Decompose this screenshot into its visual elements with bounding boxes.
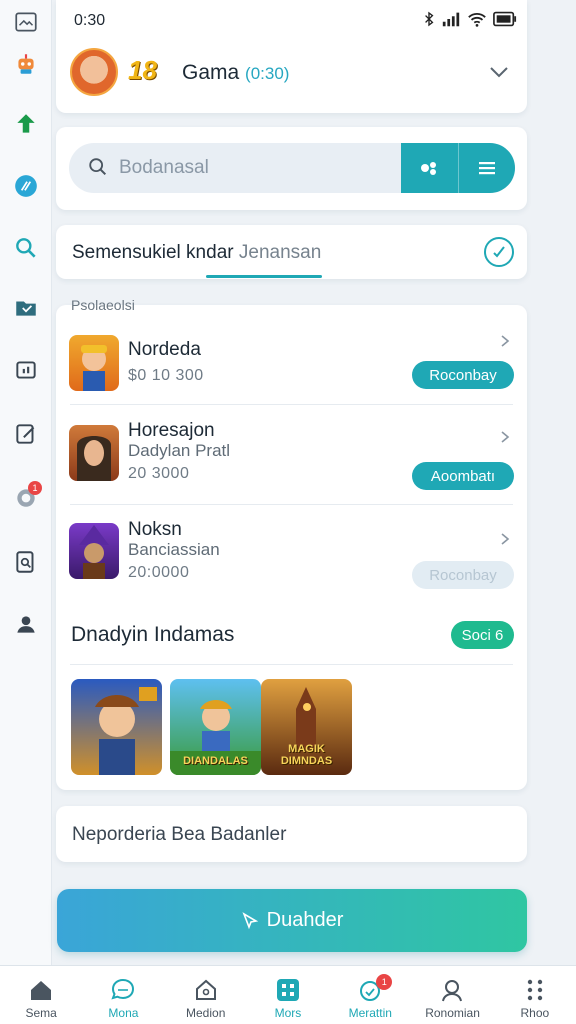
home-icon [31, 981, 52, 1000]
tab-indicator [206, 275, 322, 278]
chevron-right-icon [501, 335, 510, 347]
primary-action-button[interactable]: Duahder [57, 889, 527, 952]
item-title: Noksn [128, 519, 182, 540]
document-search-icon[interactable] [10, 546, 42, 578]
game-thumbnail [69, 425, 119, 481]
nav-item-mors[interactable]: Mors [247, 966, 329, 1024]
list-card: Psolaeolsi Nordeda $0 10 300 Roconbay Ho… [56, 297, 527, 790]
avatar[interactable] [70, 48, 118, 96]
status-icons [423, 10, 517, 28]
nav-item-rhoo[interactable]: Rhoo [494, 966, 576, 1024]
puzzle-icon [421, 162, 437, 175]
item-title: Nordeda [128, 339, 201, 360]
item-action-button[interactable]: Roconbay [412, 561, 514, 589]
nav-label: Sema [25, 1006, 57, 1020]
info-card[interactable]: Neporderia Bea Badanler [56, 806, 527, 862]
nav-item-merattin[interactable]: 1 Merattin [329, 966, 411, 1024]
nav-label: Mors [274, 1006, 302, 1020]
nav-label: Ronomian [425, 1006, 480, 1020]
social-button[interactable]: Soci 6 [451, 621, 514, 649]
nav-item-ronomian[interactable]: Ronomian [411, 966, 493, 1024]
game-tile[interactable] [71, 679, 162, 775]
menu-icon [478, 162, 495, 175]
left-rail: 1 [0, 0, 52, 965]
featured-title: Dnadyin Indamas [71, 623, 235, 646]
folder-icon[interactable] [10, 292, 42, 324]
rail-notification-badge: 1 [28, 481, 42, 495]
list-item[interactable]: Horesajon Dadylan Pratl 20 3000 Aoombatı [56, 405, 527, 505]
item-action-button[interactable]: Roconbay [412, 361, 514, 389]
status-time: 0:30 [74, 12, 106, 29]
nav-label: Rhoo [520, 1006, 550, 1020]
info-text: Neporderia Bea Badanler [72, 824, 287, 845]
tab-main: Semensukiel kndar [72, 242, 234, 263]
search-icon[interactable] [10, 232, 42, 264]
level-badge: 18 [128, 55, 157, 85]
tab-label[interactable]: Semensukiel kndar Jenansan [72, 242, 321, 264]
grid-icon [276, 979, 299, 1001]
compass-icon[interactable] [10, 170, 42, 202]
search-placeholder: Bodanasal [119, 157, 209, 178]
game-thumbnail [69, 523, 119, 579]
nav-item-medion[interactable]: Medion [165, 966, 247, 1024]
nav-item-sema[interactable]: Sema [0, 966, 82, 1024]
chevron-right-icon [501, 431, 510, 443]
item-price: $0 10 300 [128, 367, 204, 384]
menu-button[interactable] [459, 143, 516, 193]
item-price: 20 3000 [128, 465, 190, 482]
tile-label: MAGIK DIMNDAS [280, 743, 333, 767]
edit-icon[interactable] [10, 418, 42, 450]
primary-action-label: Duahder [266, 909, 344, 931]
tile-label: DIANDALAS [183, 755, 248, 767]
check-circle-icon[interactable] [483, 236, 515, 268]
title-subtitle: (0:30) [245, 64, 290, 83]
item-action-button[interactable]: Aoombatı [412, 462, 514, 490]
bluetooth-icon [425, 11, 434, 27]
item-price: 20:0000 [128, 564, 190, 581]
search-actions [401, 143, 515, 193]
divider [70, 664, 513, 665]
upload-icon[interactable] [10, 108, 42, 140]
profile-icon [441, 980, 462, 1002]
chevron-down-icon[interactable] [487, 60, 511, 84]
filter-button[interactable] [401, 143, 459, 193]
item-subtitle: Dadylan Pratl [128, 441, 231, 460]
tab-secondary: Jenansan [238, 242, 322, 263]
signal-icon [442, 12, 460, 27]
nav-label: Mona [108, 1006, 139, 1020]
title-text: Gama [182, 61, 240, 84]
media-icon[interactable] [10, 354, 42, 386]
game-tile[interactable]: DIANDALAS [170, 679, 261, 775]
item-subtitle: Banciassian [128, 540, 220, 559]
search-card: Bodanasal [56, 127, 527, 210]
page-title: Gama (0:30) [182, 61, 289, 85]
list-item[interactable]: Noksn Banciassian 20:0000 Roconbay [56, 505, 527, 605]
search-input[interactable]: Bodanasal [69, 143, 515, 193]
game-tile[interactable]: MAGIK DIMNDAS [261, 679, 352, 775]
robot-icon[interactable] [10, 48, 42, 80]
notification-icon[interactable]: 1 [10, 481, 42, 513]
bottom-nav: Sema Mona Medion Mors 1 Merattin Ronomia… [0, 965, 576, 1024]
header-card: 0:30 18 Gama (0:30) [56, 0, 527, 113]
nav-item-mona[interactable]: Mona [82, 966, 164, 1024]
item-title: Horesajon [128, 420, 215, 441]
tab-card: Semensukiel kndar Jenansan [56, 225, 527, 279]
cursor-icon [242, 911, 258, 929]
more-icon [527, 979, 543, 1001]
search-icon [89, 158, 107, 176]
game-thumbnail [69, 335, 119, 391]
battery-icon [493, 11, 517, 27]
house-icon [195, 979, 216, 1000]
user-icon[interactable] [10, 608, 42, 640]
nav-label: Medion [186, 1006, 226, 1020]
nav-badge: 1 [376, 974, 393, 990]
chat-icon [111, 978, 135, 1000]
nav-label: Merattin [348, 1006, 392, 1020]
chevron-right-icon [501, 533, 510, 545]
list-item[interactable]: Nordeda $0 10 300 Roconbay [56, 305, 527, 405]
wifi-icon [468, 13, 486, 27]
image-icon[interactable] [10, 6, 42, 38]
